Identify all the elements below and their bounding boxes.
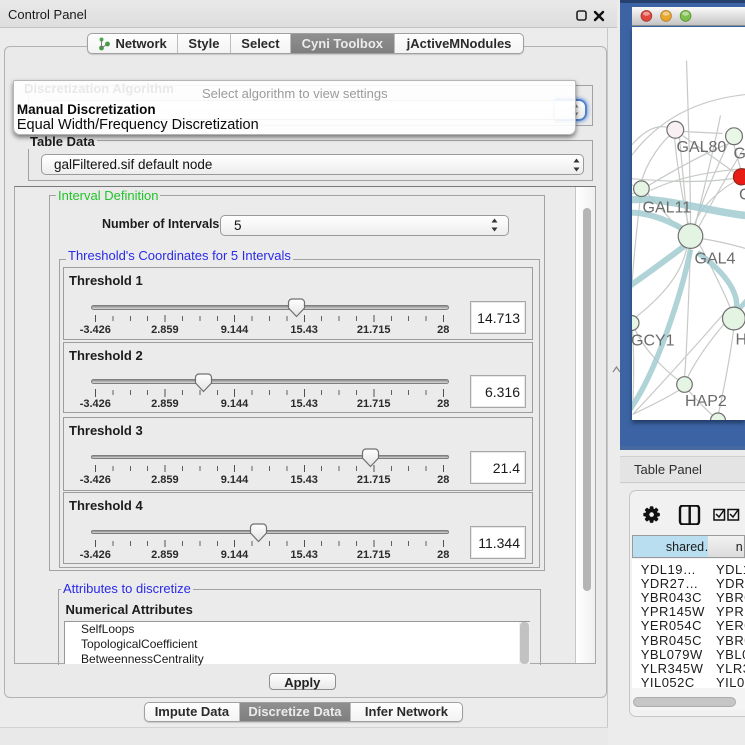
svg-text:GCY1: GCY1: [632, 332, 675, 349]
svg-text:GAL80: GAL80: [676, 139, 726, 156]
svg-text:C: C: [739, 186, 745, 203]
svg-text:GA: GA: [733, 145, 745, 162]
svg-text:GAL11: GAL11: [642, 199, 691, 216]
svg-text:H: H: [735, 331, 745, 348]
svg-text:HAP2: HAP2: [685, 393, 727, 410]
svg-text:GAL4: GAL4: [694, 250, 735, 267]
